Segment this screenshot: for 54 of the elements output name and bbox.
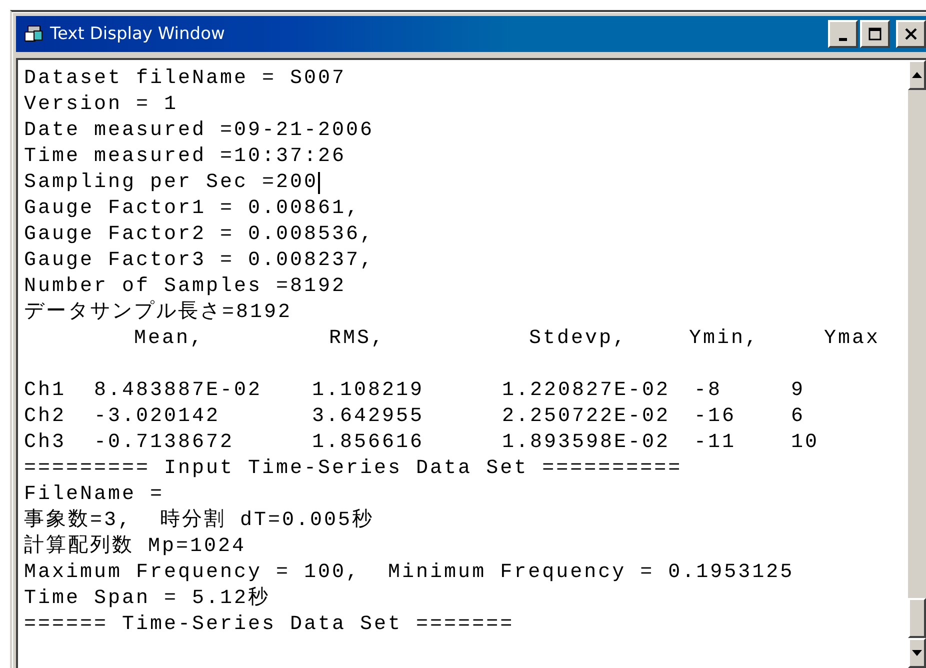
table-cell-text: -11 (694, 430, 738, 456)
table-cell-text: 3.642955 (312, 404, 426, 430)
table-cell-text: -0.7138672 (94, 430, 236, 456)
text-line: 計算配列数 Mp=1024 (24, 534, 246, 560)
text-line: Version = 1 (24, 92, 178, 118)
scroll-thumb[interactable] (908, 598, 926, 638)
text-line: Time measured =10:37:26 (24, 144, 346, 170)
window-app-icon (24, 25, 44, 43)
row-label: Ch2 (24, 404, 68, 430)
text-line: Sampling per Sec =200 (24, 170, 318, 196)
text-line: ========= Input Time-Series Data Set ========== (24, 456, 682, 482)
table-cell-text: 8.483887E-02 (94, 378, 264, 404)
minimize-button[interactable] (828, 20, 858, 48)
text-line: 事象数=3, 時分割 dT=0.005秒 (24, 508, 374, 534)
text-line: Gauge Factor3 = 0.008237, (24, 248, 374, 274)
row-label: Ch1 (24, 378, 68, 404)
up-arrow-icon (912, 72, 922, 78)
text-line: Dataset fileName = S007 (24, 66, 346, 92)
close-button[interactable] (896, 20, 926, 48)
column-header: Mean, (134, 326, 206, 352)
scroll-up-button[interactable] (908, 60, 926, 90)
column-header: RMS, (329, 326, 386, 352)
row-label: Ch3 (24, 430, 68, 456)
table-cell-text: 9 (791, 378, 806, 404)
close-icon (904, 27, 918, 41)
table-cell-text: -8 (694, 378, 724, 404)
vertical-scrollbar[interactable] (908, 60, 926, 668)
text-line: Gauge Factor1 = 0.00861, (24, 196, 360, 222)
table-cell-text: -16 (694, 404, 738, 430)
text-line: Number of Samples =8192 (24, 274, 346, 300)
table-cell-text: 10 (791, 430, 820, 456)
text-line: FileName = (24, 482, 164, 508)
text-line: Maximum Frequency = 100, Minimum Frequency = 0.1953125 (24, 560, 794, 586)
column-header: Ymin, (689, 326, 760, 352)
scroll-down-button[interactable] (908, 638, 926, 668)
table-cell-text: 1.108219 (312, 378, 426, 404)
table-cell-text: 1.893598E-02 (502, 430, 672, 456)
down-arrow-icon (912, 650, 922, 656)
text-line: ====== Time-Series Data Set ======= (24, 612, 514, 638)
minimize-icon (839, 38, 847, 40)
text-line: Date measured =09-21-2006 (24, 118, 374, 144)
text-line: データサンプル長さ=8192 (24, 300, 292, 326)
table-cell-text: 1.220827E-02 (502, 378, 672, 404)
column-header: Stdevp, (529, 326, 628, 352)
table-cell-text: 1.856616 (312, 430, 426, 456)
window-title: Text Display Window (50, 24, 225, 44)
column-header: Ymax (824, 326, 882, 352)
table-cell-text: -3.020142 (94, 404, 222, 430)
maximize-icon (868, 27, 882, 41)
maximize-button[interactable] (860, 20, 890, 48)
table-cell-text: 6 (791, 404, 806, 430)
text-line: Time Span = 5.12秒 (24, 586, 270, 612)
text-line: Gauge Factor2 = 0.008536, (24, 222, 374, 248)
table-cell-text: 2.250722E-02 (502, 404, 672, 430)
